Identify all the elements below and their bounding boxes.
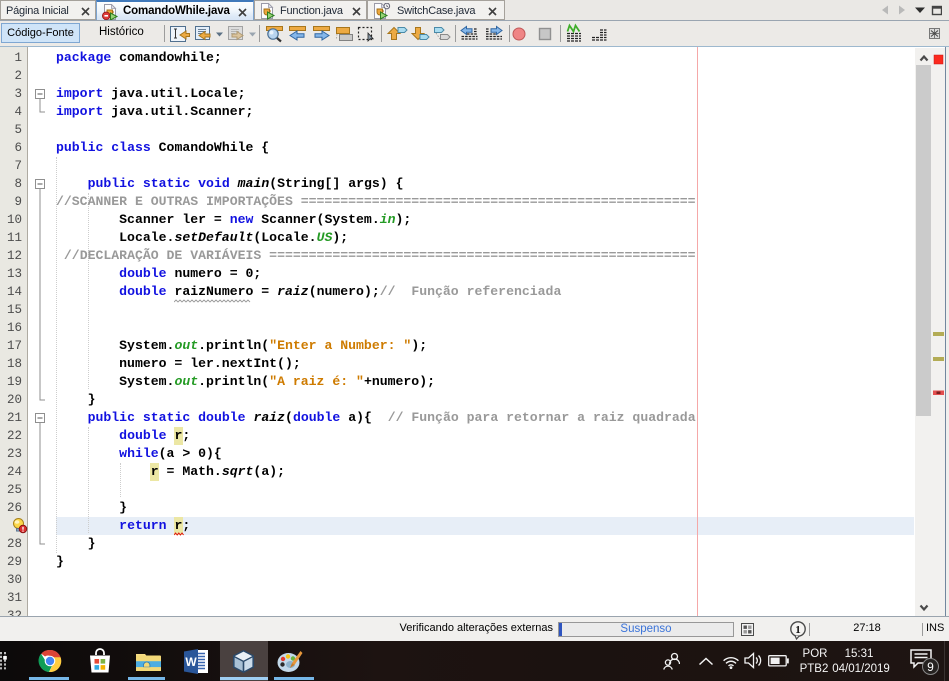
svg-text:W: W — [185, 655, 197, 669]
svg-text:9: 9 — [927, 660, 934, 674]
svg-text:1: 1 — [795, 624, 801, 636]
